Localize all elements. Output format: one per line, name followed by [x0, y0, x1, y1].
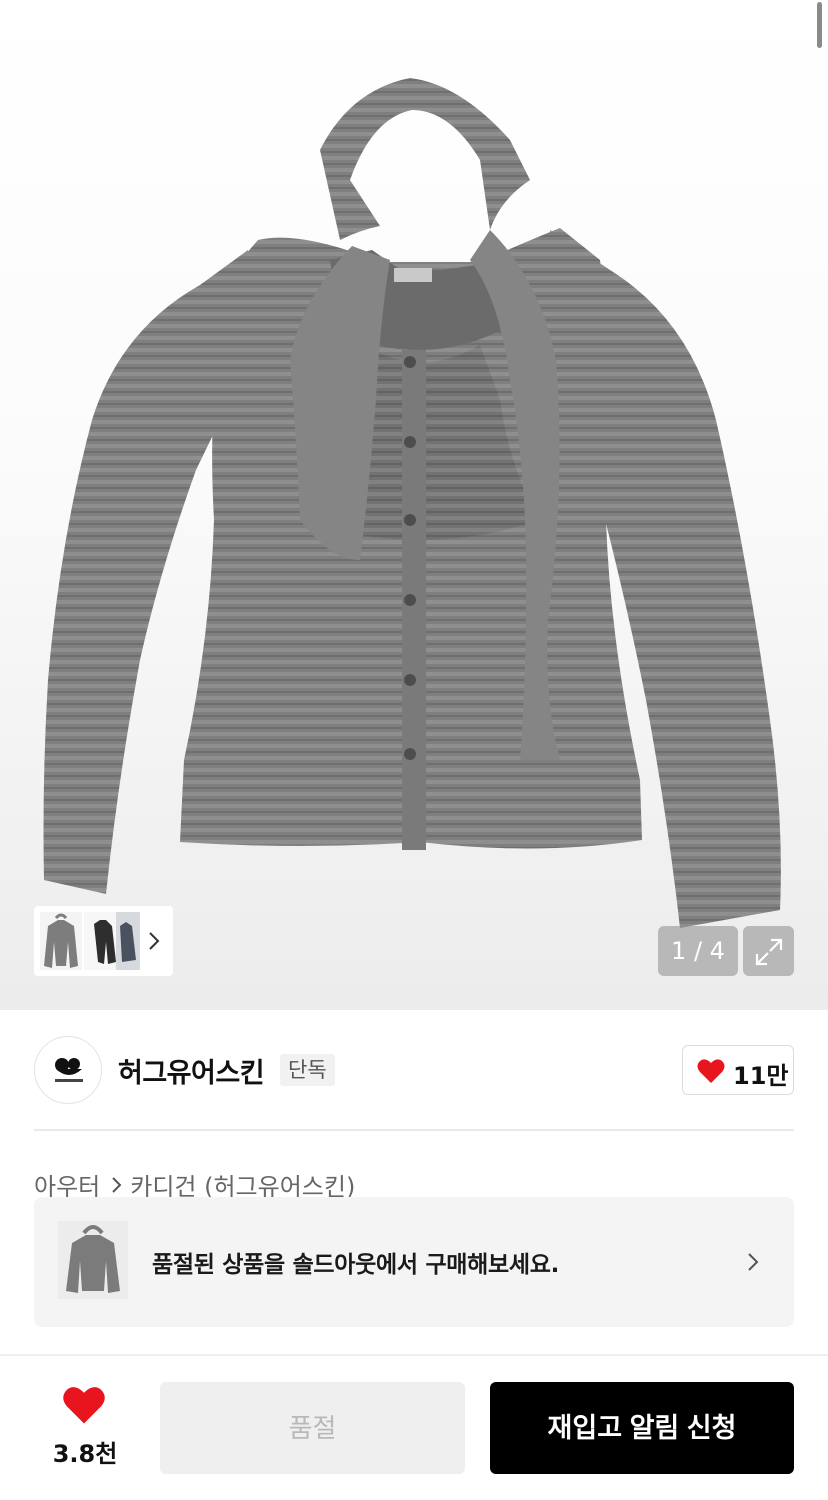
thumbnail-navy-cardigan[interactable]: [116, 912, 140, 970]
brand-logo[interactable]: [34, 1036, 102, 1104]
soldout-banner-text: 품절된 상품을 솔드아웃에서 구매해보세요.: [152, 1252, 560, 1278]
expand-image-button[interactable]: [743, 926, 794, 976]
banner-product-thumbnail: [58, 1221, 128, 1299]
brand-like-count: 11만: [733, 1062, 789, 1090]
soldout-button: 품절: [160, 1382, 465, 1474]
product-image: [43, 78, 781, 928]
wish-count: 3.8천: [52, 1440, 118, 1468]
restock-alert-button[interactable]: 재입고 알림 신청: [490, 1382, 794, 1474]
brand-name[interactable]: 허그유어스킨: [118, 1051, 265, 1090]
thumbnail-strip[interactable]: [34, 906, 173, 976]
chevron-right-icon[interactable]: [147, 928, 161, 954]
soldout-resale-banner[interactable]: 품절된 상품을 솔드아웃에서 구매해보세요.: [34, 1197, 794, 1327]
exclusive-badge: 단독: [280, 1054, 335, 1086]
brand-logo-mark: [55, 1058, 83, 1082]
chevron-right-icon: [112, 1176, 122, 1193]
expand-icon: [755, 938, 783, 966]
brand-like-button[interactable]: 11만: [682, 1045, 794, 1095]
section-divider: [34, 1129, 794, 1131]
image-counter: 1 / 4: [658, 926, 738, 976]
heart-icon: [697, 1059, 725, 1083]
heart-icon[interactable]: [62, 1385, 106, 1425]
chevron-right-icon: [748, 1253, 759, 1271]
bottom-bar-divider: [0, 1354, 828, 1356]
thumbnail-grey-cardigan[interactable]: [40, 912, 82, 970]
product-detail-page: 1 / 4 허그유어스킨 단독 11만 아우터 카디건 (허그유어스킨) 품절된…: [0, 0, 828, 1500]
product-image-gallery[interactable]: 1 / 4: [0, 0, 828, 1010]
